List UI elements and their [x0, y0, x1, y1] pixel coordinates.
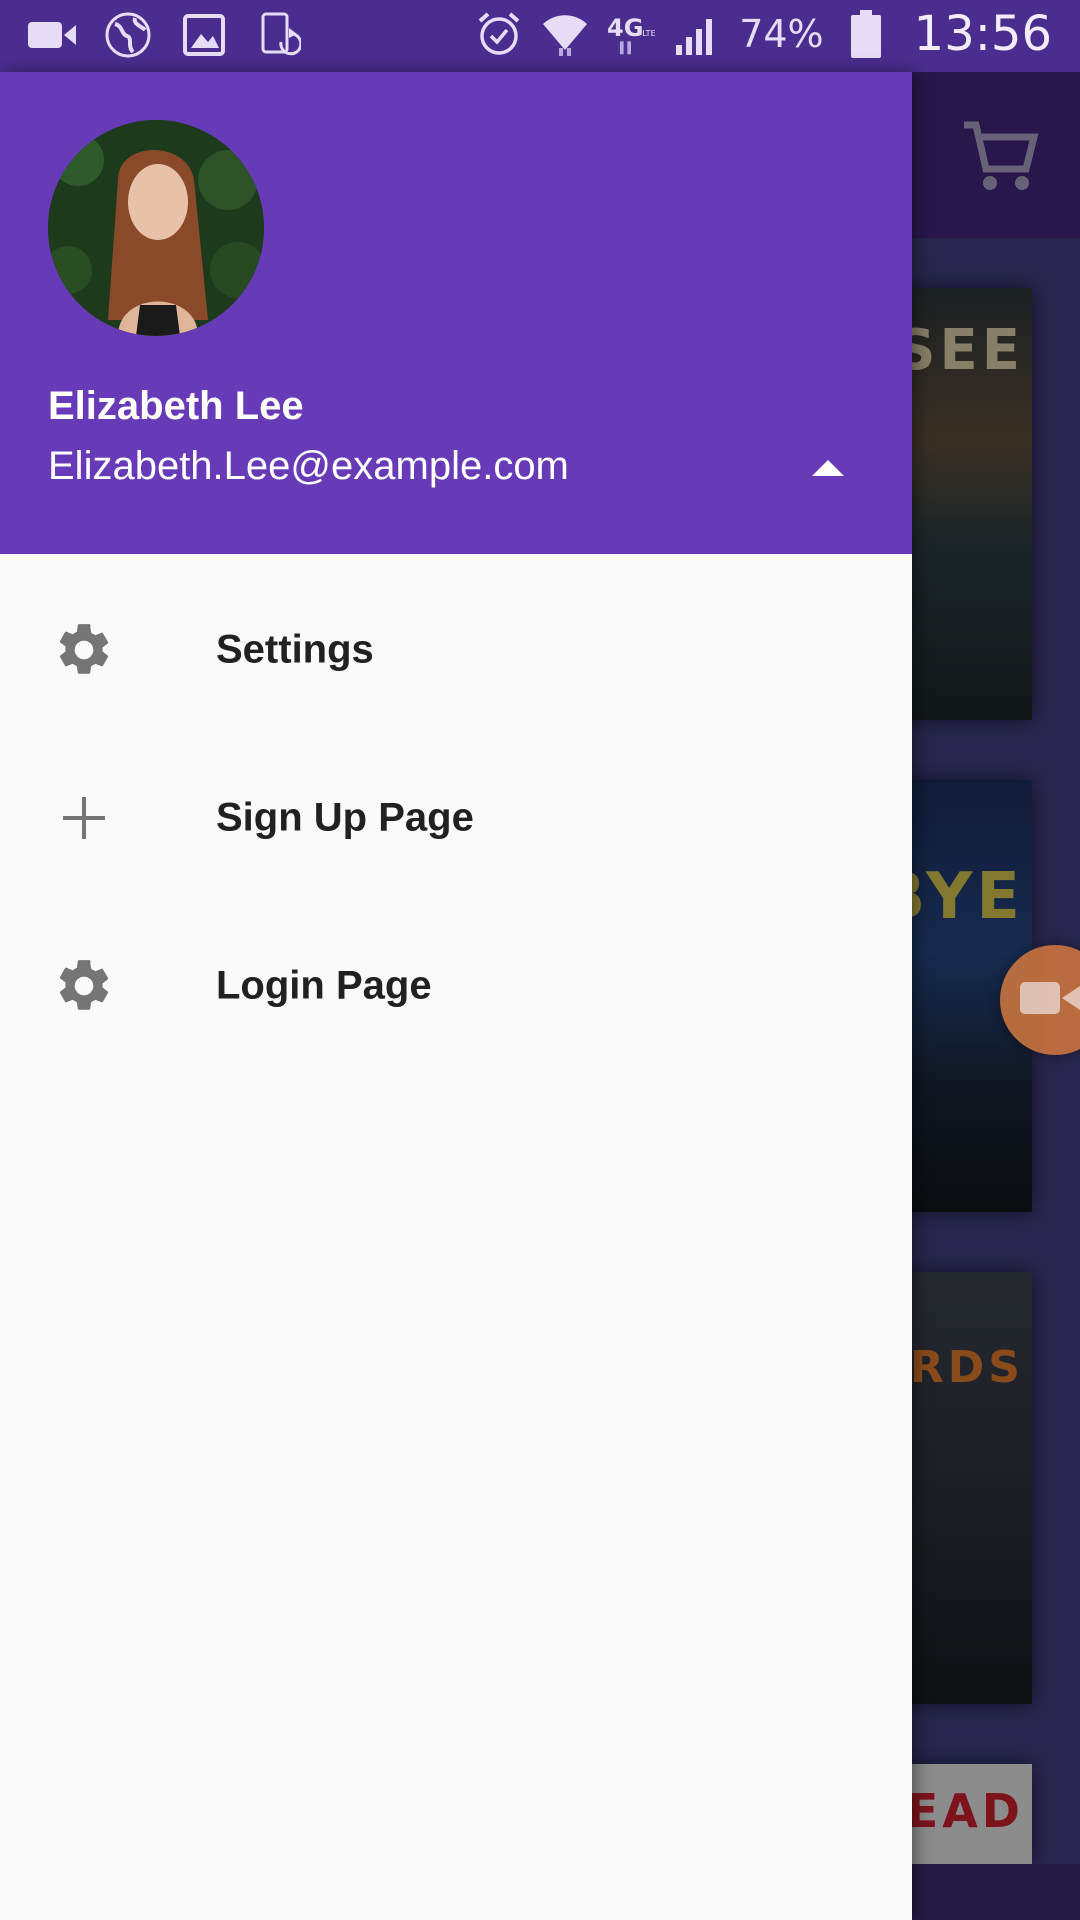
- video-camera-icon: [28, 10, 76, 60]
- screen-rotate-icon: [256, 10, 304, 60]
- avatar[interactable]: [48, 120, 264, 336]
- menu-item-label: Sign Up Page: [216, 795, 474, 840]
- drawer-header: Elizabeth Lee Elizabeth.Lee@example.com: [0, 72, 912, 554]
- 4g-lte-icon: 4G LTE: [607, 9, 655, 59]
- plus-icon: [48, 782, 120, 854]
- battery-percent: 74%: [739, 12, 824, 56]
- account-name: Elizabeth Lee: [48, 384, 304, 428]
- menu-item-label: Login Page: [216, 963, 432, 1008]
- svg-text:4G: 4G: [607, 14, 643, 42]
- video-camera-icon: [1020, 978, 1080, 1023]
- signal-icon: [673, 9, 721, 59]
- wifi-icon: [541, 9, 589, 59]
- drawer-menu: Settings Sign Up Page Login Page: [0, 566, 912, 1070]
- account-email: Elizabeth.Lee@example.com: [48, 444, 569, 488]
- image-icon: [180, 10, 228, 60]
- arrow-drop-up-icon[interactable]: [808, 452, 848, 482]
- status-bar-right: 4G LTE 74% 13:56: [475, 6, 1052, 62]
- svg-text:LTE: LTE: [642, 28, 655, 38]
- gear-icon: [48, 614, 120, 686]
- battery-icon: [842, 9, 890, 59]
- globe-icon: [104, 10, 152, 60]
- menu-item-login-page[interactable]: Login Page: [0, 902, 912, 1070]
- alarm-icon: [475, 9, 523, 59]
- status-bar-left: [28, 10, 304, 60]
- clock: 13:56: [913, 6, 1052, 62]
- gear-icon: [48, 950, 120, 1022]
- menu-item-sign-up-page[interactable]: Sign Up Page: [0, 734, 912, 902]
- navigation-drawer: Elizabeth Lee Elizabeth.Lee@example.com …: [0, 72, 912, 1920]
- menu-item-settings[interactable]: Settings: [0, 566, 912, 734]
- menu-item-label: Settings: [216, 627, 374, 672]
- status-bar: 4G LTE 74% 13:56: [0, 0, 1080, 72]
